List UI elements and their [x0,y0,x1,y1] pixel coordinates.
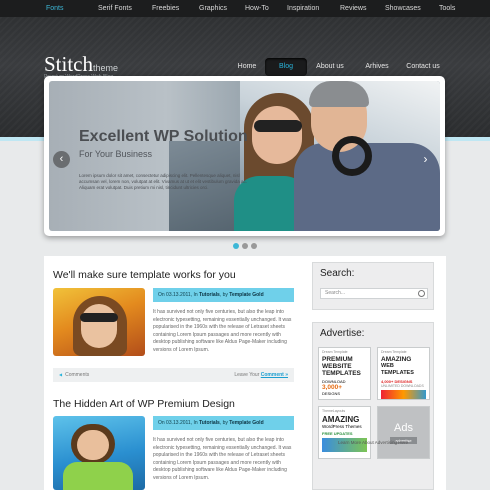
post-meta: On 03.13.2011, In Tutorials, by Template… [153,416,294,430]
topnav-how-to[interactable]: How-To [245,5,287,12]
post-date: On 03.13.2011, In [158,420,198,426]
ad-headline: AMAZING [322,415,360,424]
nav-archives[interactable]: Arhives [359,58,395,76]
photo-person-face [252,106,302,164]
ad-count: 3,000+ [322,384,343,391]
topnav-tools[interactable]: Tools [439,5,469,12]
photo-person-shirt [63,462,133,490]
post-thumbnail[interactable] [53,288,145,356]
ad-placeholder-label: Ads [394,421,413,434]
search-widget: Search: Search... [312,262,434,310]
photo-person-face [77,430,109,460]
post-excerpt: It has survived not only five centuries,… [153,309,292,353]
ad-brand: Dream Template [322,350,348,354]
ad-banner[interactable]: Dream Template AMAZING WEB TEMPLATES 4,0… [377,347,430,400]
post-excerpt: It has survived not only five centuries,… [153,437,292,481]
post-author[interactable]: Template Gold [229,420,263,426]
ad-headline: WEBSITE [322,363,352,370]
sunglasses-icon [80,313,118,322]
post-category[interactable]: Tutorials [199,292,220,298]
ad-image [381,390,426,399]
ad-text: FREE UPDATES [322,431,353,436]
post-meta: On 03.13.2011, In Tutorials, by Template… [153,288,294,302]
post-title[interactable]: We'll make sure template works for you [53,269,236,281]
ad-text: WordPress Themes [322,424,362,429]
slider-pagination [233,243,257,249]
leave-comment-link[interactable]: Comment » [261,372,288,378]
post-author[interactable]: Template Gold [229,292,263,298]
topnav-inspiration[interactable]: Inspiration [287,5,340,12]
slider-image[interactable]: Excellent WP Solution For Your Business … [49,81,440,231]
ad-text: DESIGNS [322,391,341,396]
slider-dot-3[interactable] [251,243,257,249]
ad-headline: WEB TEMPLATES [381,363,414,376]
ad-brand: Dream Template [381,350,407,354]
slider-prev-button[interactable]: ‹ [53,151,70,168]
post-footer: Comments Leave Your Comment » [53,368,294,382]
ad-text: UNLIMITED DOWNLOADS [381,384,424,388]
search-title: Search: [320,268,355,279]
slider-dot-1[interactable] [233,243,239,249]
leave-comment: Leave Your Comment » [234,368,288,382]
ad-headline: TEMPLATES [322,370,361,377]
search-icon[interactable] [418,290,425,297]
advertising-info-link[interactable]: Learn More About Advertising Here [312,440,434,445]
topnav-serif-fonts[interactable]: Serif Fonts [98,5,152,12]
post-by: , by [219,292,228,298]
post-thumbnail[interactable] [53,416,145,490]
ad-headline: PREMIUM [322,356,353,363]
ad-banner[interactable]: ThemeLayouts AMAZING WordPress Themes FR… [318,406,371,459]
top-bar: Fonts Serif Fonts Freebies Graphics How-… [0,0,490,17]
headphones-icon [332,136,372,176]
slide-text: Lorem ipsum dolor sit amet, consectetur … [79,173,247,190]
photo-beanie [309,81,369,107]
topnav-fonts[interactable]: Fonts [46,5,98,12]
main-nav: Home Blog About us Arhives Contact us [0,58,490,76]
search-placeholder: Search... [325,290,346,296]
post-date: On 03.13.2011, In [158,292,198,298]
topnav-freebies[interactable]: Freebies [152,5,199,12]
slider-dot-2[interactable] [242,243,248,249]
sunglasses-icon [254,120,302,132]
ad-brand: ThemeLayouts [322,409,346,413]
slider-next-button[interactable]: › [417,151,434,168]
nav-about-us[interactable]: About us [311,58,349,76]
comments-link[interactable]: Comments [59,368,89,382]
topnav-reviews[interactable]: Reviews [340,5,385,12]
post-category[interactable]: Tutorials [199,420,220,426]
ad-placeholder[interactable]: Ads advertise [377,406,430,459]
post-title[interactable]: The Hidden Art of WP Premium Design [53,398,235,410]
post-by: , by [219,420,228,426]
nav-home[interactable]: Home [232,58,262,76]
ad-headline: AMAZING [381,356,412,363]
slide-subtitle: For Your Business [79,149,153,159]
ad-banner[interactable]: Dream Template PREMIUM WEBSITE TEMPLATES… [318,347,371,400]
photo-person-face [81,304,117,348]
advertise-title: Advertise: [320,328,365,339]
topnav-graphics[interactable]: Graphics [199,5,245,12]
slider-panel: Excellent WP Solution For Your Business … [44,76,445,236]
search-input[interactable]: Search... [320,288,428,299]
topnav-showcases[interactable]: Showcases [385,5,439,12]
advertise-widget: Advertise: Dream Template PREMIUM WEBSIT… [312,322,434,490]
nav-contact-us[interactable]: Contact us [403,58,443,76]
leave-comment-text: Leave Your [234,372,260,378]
nav-blog[interactable]: Blog [265,58,307,76]
slide-title: Excellent WP Solution [79,128,248,145]
